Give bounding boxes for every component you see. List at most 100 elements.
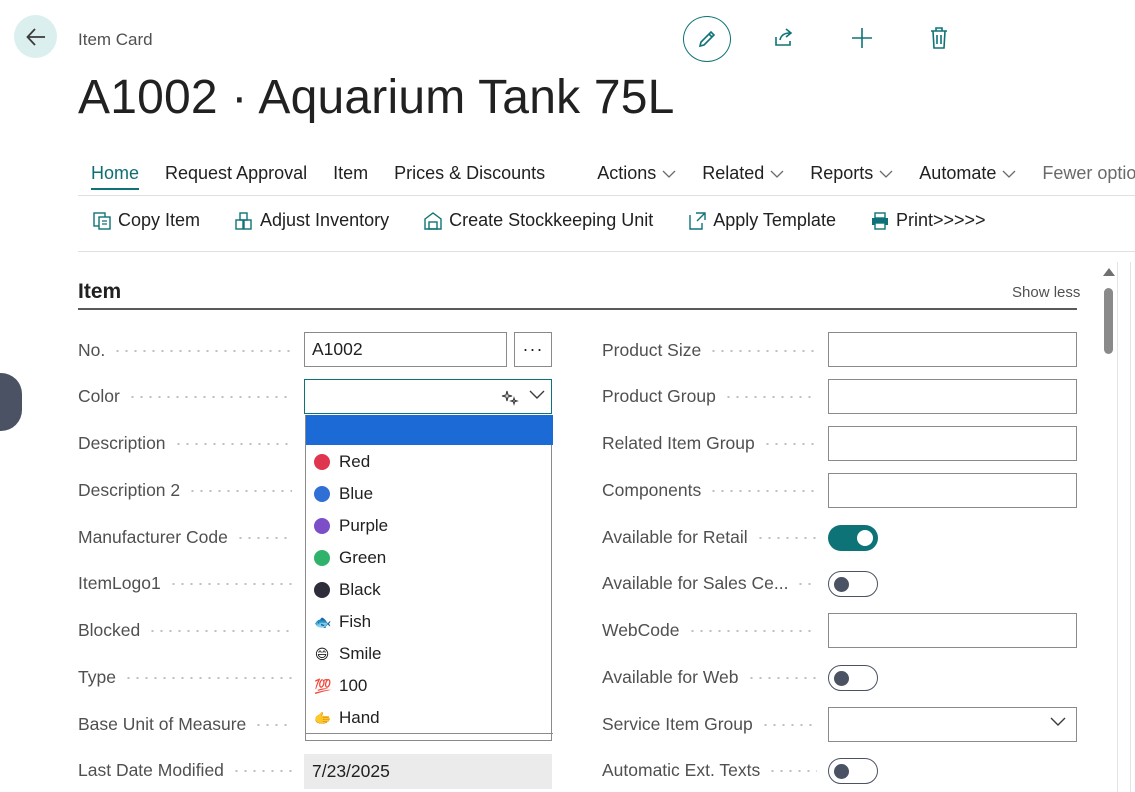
copy-item-button[interactable]: Copy Item: [92, 210, 200, 231]
printer-icon: [871, 211, 888, 230]
back-button[interactable]: [14, 15, 57, 58]
dropdown-option-fish[interactable]: 🐟 Fish: [306, 606, 552, 638]
related-group-input[interactable]: [828, 426, 1077, 461]
toggle-knob: [834, 577, 849, 592]
blocked-label-text: Blocked: [78, 620, 141, 640]
components-label-text: Components: [602, 480, 702, 500]
no-label-text: No.: [78, 340, 106, 360]
scroll-thumb[interactable]: [1104, 288, 1113, 354]
type-label-text: Type: [78, 667, 116, 687]
avail-sales-toggle[interactable]: [828, 571, 878, 597]
dropdown-option-blue[interactable]: Blue: [306, 478, 552, 510]
related-group-label-text: Related Item Group: [602, 433, 755, 453]
action-bar: Copy Item Adjust Inventory Create Stockk…: [92, 210, 1020, 231]
vertical-scrollbar[interactable]: [1100, 262, 1118, 792]
chevron-down-icon: [1002, 170, 1016, 179]
show-less-link[interactable]: Show less: [1012, 284, 1080, 301]
assist-edit-button[interactable]: ···: [514, 332, 552, 367]
webcode-input[interactable]: [828, 613, 1077, 648]
manufacturer-label: Manufacturer Code: [78, 527, 292, 548]
leader-dots: [231, 769, 292, 772]
fewer-options-button[interactable]: Fewer options: [1029, 160, 1135, 190]
dropdown-option-empty[interactable]: [306, 415, 553, 445]
smile-icon: 😄: [314, 646, 330, 662]
toggle-knob: [834, 671, 849, 686]
dropdown-option-red[interactable]: Red: [306, 446, 552, 478]
adjust-inventory-button[interactable]: Adjust Inventory: [234, 210, 389, 231]
leader-dots: [709, 489, 817, 492]
menu-automate[interactable]: Automate: [906, 160, 1029, 190]
dropdown-bottom-edge: [306, 733, 553, 740]
dropdown-option-100[interactable]: 💯 100: [306, 670, 552, 702]
auto-ext-label-text: Automatic Ext. Texts: [602, 760, 761, 780]
menu-related-label: Related: [702, 163, 765, 183]
create-sku-label: Create Stockkeeping Unit: [449, 210, 654, 230]
share-button[interactable]: [768, 22, 800, 54]
no-input[interactable]: A1002: [304, 332, 507, 367]
tab-home[interactable]: Home: [78, 160, 152, 190]
tab-item[interactable]: Item: [320, 160, 381, 190]
side-panel-handle[interactable]: [0, 373, 22, 431]
copy-icon: [93, 211, 111, 230]
service-group-select[interactable]: [828, 707, 1077, 742]
apply-template-button[interactable]: Apply Template: [687, 210, 836, 231]
nav-divider: [78, 195, 1135, 196]
leader-dots: [723, 395, 817, 398]
leader-dots: [762, 442, 817, 445]
factbox-edge: [1130, 262, 1135, 792]
chevron-down-icon: [770, 170, 784, 179]
hundred-icon: 💯: [314, 678, 332, 694]
dropdown-option-hand[interactable]: 🫱 Hand: [306, 702, 552, 734]
manufacturer-label-text: Manufacturer Code: [78, 527, 228, 547]
dropdown-option-purple[interactable]: Purple: [306, 510, 552, 542]
last-modified-label-text: Last Date Modified: [78, 760, 224, 780]
option-label: Black: [339, 580, 381, 599]
leader-dots: [173, 442, 292, 445]
black-circle-icon: [314, 582, 330, 598]
chevron-down-icon: [662, 170, 676, 179]
section-title: Item: [78, 280, 122, 303]
tab-request-approval[interactable]: Request Approval: [152, 160, 320, 190]
related-group-label: Related Item Group: [602, 433, 817, 454]
delete-button[interactable]: [923, 22, 955, 54]
menu-reports[interactable]: Reports: [797, 160, 906, 190]
print-button[interactable]: Print>>>>>: [870, 210, 986, 231]
pencil-icon: [698, 30, 716, 48]
dropdown-option-green[interactable]: Green: [306, 542, 552, 574]
auto-ext-toggle[interactable]: [828, 758, 878, 784]
leader-dots: [687, 629, 817, 632]
product-group-input[interactable]: [828, 379, 1077, 414]
purple-circle-icon: [314, 518, 330, 534]
dropdown-option-smile[interactable]: 😄 Smile: [306, 638, 552, 670]
fish-icon: 🐟: [314, 614, 332, 630]
edit-button[interactable]: [683, 16, 731, 62]
avail-web-label: Available for Web: [602, 667, 817, 688]
template-icon: [689, 211, 706, 230]
new-button[interactable]: [846, 22, 878, 54]
leader-dots: [254, 723, 292, 726]
menu-related[interactable]: Related: [689, 160, 797, 190]
no-label: No.: [78, 340, 292, 361]
webcode-label: WebCode: [602, 620, 817, 641]
dropdown-option-black[interactable]: Black: [306, 574, 552, 606]
color-select[interactable]: [304, 379, 552, 414]
warehouse-icon: [424, 211, 442, 230]
inventory-icon: [235, 211, 252, 230]
menu-actions[interactable]: Actions: [584, 160, 689, 190]
leader-dots: [188, 489, 292, 492]
description2-label: Description 2: [78, 480, 292, 501]
create-sku-button[interactable]: Create Stockkeeping Unit: [423, 210, 653, 231]
chevron-down-icon: [879, 170, 893, 179]
product-size-input[interactable]: [828, 332, 1077, 367]
option-label: Smile: [339, 644, 382, 663]
green-circle-icon: [314, 550, 330, 566]
avail-retail-toggle[interactable]: [828, 525, 878, 551]
trash-icon: [931, 27, 947, 49]
scroll-up-icon[interactable]: [1103, 268, 1115, 276]
share-icon: [775, 28, 793, 46]
tab-prices-discounts[interactable]: Prices & Discounts: [381, 160, 558, 190]
avail-web-toggle[interactable]: [828, 665, 878, 691]
webcode-label-text: WebCode: [602, 620, 680, 640]
leader-dots: [760, 723, 817, 726]
components-input[interactable]: [828, 473, 1077, 508]
